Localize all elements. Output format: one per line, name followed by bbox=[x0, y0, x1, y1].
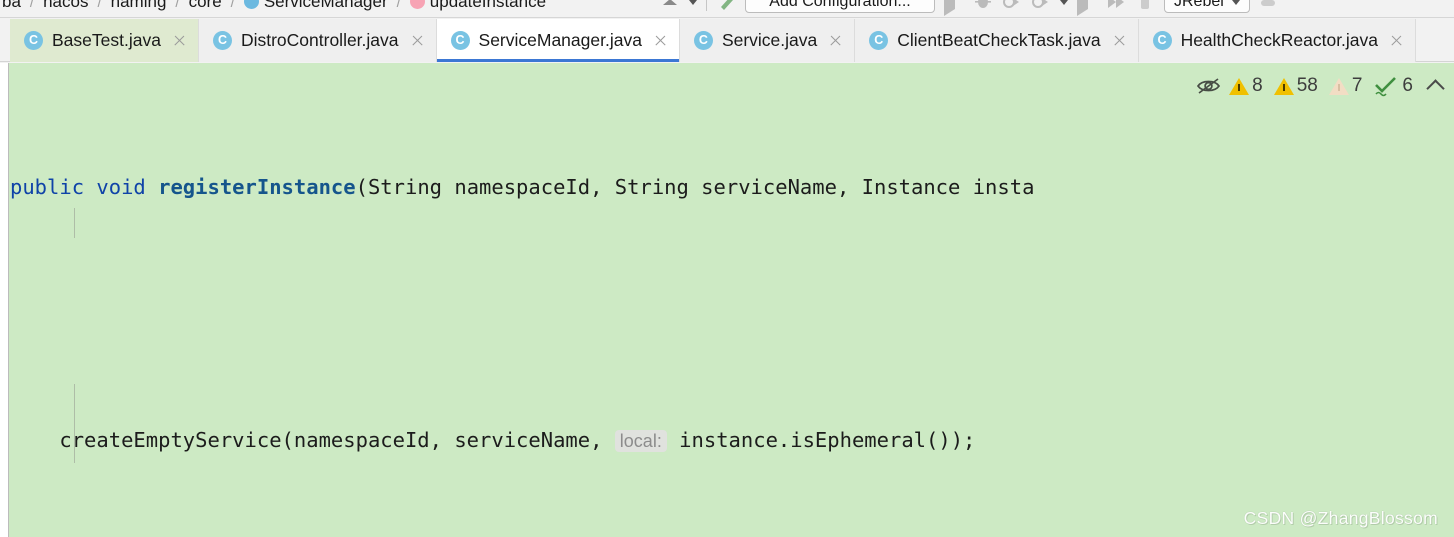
code-line-signature: public void registerInstance(String name… bbox=[10, 172, 1454, 204]
build-icon[interactable] bbox=[660, 0, 680, 12]
parameter-hint-local: local: bbox=[614, 429, 667, 452]
warning-count: 7 bbox=[1351, 75, 1363, 96]
call-createemptyservice: createEmptyService bbox=[59, 427, 282, 452]
tab-healthcheckreactor[interactable]: C HealthCheckReactor.java bbox=[1138, 19, 1417, 62]
tab-service[interactable]: C Service.java bbox=[679, 19, 856, 62]
chevron-down-icon bbox=[1231, 0, 1240, 5]
call-args-after: instance.isEphemeral()); bbox=[679, 427, 976, 452]
debug-icon[interactable] bbox=[973, 0, 993, 12]
editor-tab-bar: C BaseTest.java C DistroController.java … bbox=[0, 19, 1454, 62]
close-icon[interactable] bbox=[410, 33, 425, 48]
tab-label: BaseTest.java bbox=[52, 30, 161, 50]
inspection-widget: 8 58 7 6 bbox=[1196, 71, 1446, 101]
ide-editor-window: ba / nacos / naming / core / ServiceMana… bbox=[0, 0, 1454, 537]
keyword-void: void bbox=[96, 174, 146, 199]
close-icon[interactable] bbox=[172, 33, 187, 48]
tab-basetest[interactable]: C BaseTest.java bbox=[10, 19, 199, 62]
eye-off-icon[interactable] bbox=[1196, 75, 1221, 97]
keyword-public: public bbox=[10, 174, 85, 199]
breadcrumb-item-4-label: ServiceManager bbox=[263, 0, 388, 11]
tab-label: ClientBeatCheckTask.java bbox=[897, 30, 1101, 50]
breadcrumb-item-0[interactable]: ba bbox=[0, 0, 23, 12]
code-content[interactable]: public void registerInstance(String name… bbox=[10, 63, 1454, 537]
java-class-icon: C bbox=[450, 31, 470, 50]
java-class-icon: C bbox=[693, 31, 713, 50]
breadcrumb-item-5[interactable]: updateInstance bbox=[408, 0, 548, 12]
fast-forward-icon[interactable] bbox=[1106, 0, 1126, 12]
tab-label: HealthCheckReactor.java bbox=[1180, 30, 1379, 50]
run-alt-icon[interactable] bbox=[1077, 0, 1097, 16]
editor-gutter bbox=[0, 63, 9, 537]
breadcrumb-item-1[interactable]: nacos bbox=[41, 0, 90, 12]
tab-servicemanager[interactable]: C ServiceManager.java bbox=[436, 19, 680, 62]
stop-icon[interactable] bbox=[1135, 0, 1155, 12]
tab-distrocontroller[interactable]: C DistroController.java bbox=[198, 19, 437, 62]
class-icon bbox=[243, 0, 259, 9]
tab-label: Service.java bbox=[721, 30, 818, 50]
tab-clientbeatchecktask[interactable]: C ClientBeatCheckTask.java bbox=[855, 19, 1139, 62]
method-icon bbox=[409, 0, 425, 9]
tab-label: DistroController.java bbox=[240, 30, 399, 50]
call-args-before: (namespaceId, serviceName, bbox=[281, 427, 615, 452]
run-profile-icon[interactable] bbox=[1031, 0, 1051, 12]
run-coverage-icon[interactable] bbox=[1002, 0, 1022, 12]
profile-caret-icon[interactable] bbox=[1060, 0, 1068, 5]
inspection-warnings-2[interactable]: 58 bbox=[1271, 75, 1321, 97]
dropdown-caret-icon[interactable] bbox=[689, 0, 697, 5]
warning-count: 58 bbox=[1296, 75, 1318, 96]
breadcrumb-separator: / bbox=[97, 0, 102, 11]
method-params: (String namespaceId, String serviceName,… bbox=[355, 174, 1035, 199]
breadcrumb-separator: / bbox=[175, 0, 180, 11]
breadcrumb-separator: / bbox=[230, 0, 235, 11]
method-name: registerInstance bbox=[158, 174, 356, 199]
jrebel-label: JRebel bbox=[1174, 0, 1224, 10]
breadcrumb-separator: / bbox=[29, 0, 35, 11]
breadcrumb-item-2[interactable]: naming bbox=[109, 0, 169, 12]
breadcrumb: ba / nacos / naming / core / ServiceMana… bbox=[0, 0, 548, 15]
warning-icon bbox=[1273, 77, 1294, 95]
warning-icon bbox=[1229, 77, 1250, 95]
breadcrumb-separator: / bbox=[396, 0, 401, 11]
hammer-icon[interactable] bbox=[716, 0, 736, 12]
run-configuration-selector[interactable]: Add Configuration... bbox=[745, 0, 935, 13]
cloud-icon[interactable] bbox=[1259, 0, 1279, 12]
java-class-icon: C bbox=[869, 31, 889, 50]
check-ok-icon bbox=[1373, 75, 1399, 97]
breadcrumb-item-4[interactable]: ServiceManager bbox=[242, 0, 390, 12]
jrebel-selector[interactable]: JRebel bbox=[1164, 0, 1250, 13]
warning-icon bbox=[1328, 77, 1349, 95]
main-toolbar: Add Configuration... JRebel bbox=[660, 0, 1279, 16]
close-icon[interactable] bbox=[653, 33, 668, 48]
inspection-warnings-1[interactable]: 8 bbox=[1226, 75, 1266, 97]
inspection-typos[interactable]: 6 bbox=[1370, 75, 1416, 97]
close-icon[interactable] bbox=[828, 33, 843, 48]
inspection-warnings-3[interactable]: 7 bbox=[1326, 75, 1366, 97]
java-class-icon: C bbox=[212, 31, 232, 50]
java-class-icon: C bbox=[1152, 31, 1172, 50]
close-icon[interactable] bbox=[1389, 33, 1404, 48]
watermark: CSDN @ZhangBlossom bbox=[1243, 508, 1438, 528]
java-class-icon: C bbox=[24, 31, 43, 50]
breadcrumb-item-3[interactable]: core bbox=[187, 0, 224, 12]
code-editor[interactable]: public void registerInstance(String name… bbox=[0, 63, 1454, 537]
toolbar-divider bbox=[706, 0, 707, 11]
ok-count: 6 bbox=[1402, 75, 1413, 96]
run-icon[interactable] bbox=[944, 0, 964, 16]
navigation-bar: ba / nacos / naming / core / ServiceMana… bbox=[0, 0, 1454, 18]
close-icon[interactable] bbox=[1112, 33, 1127, 48]
chevron-up-icon[interactable] bbox=[1426, 78, 1445, 98]
warning-count: 8 bbox=[1252, 75, 1263, 96]
tab-label: ServiceManager.java bbox=[478, 30, 642, 50]
code-line-create-empty-service: createEmptyService(namespaceId, serviceN… bbox=[10, 425, 1454, 457]
breadcrumb-item-5-label: updateInstance bbox=[429, 0, 547, 11]
